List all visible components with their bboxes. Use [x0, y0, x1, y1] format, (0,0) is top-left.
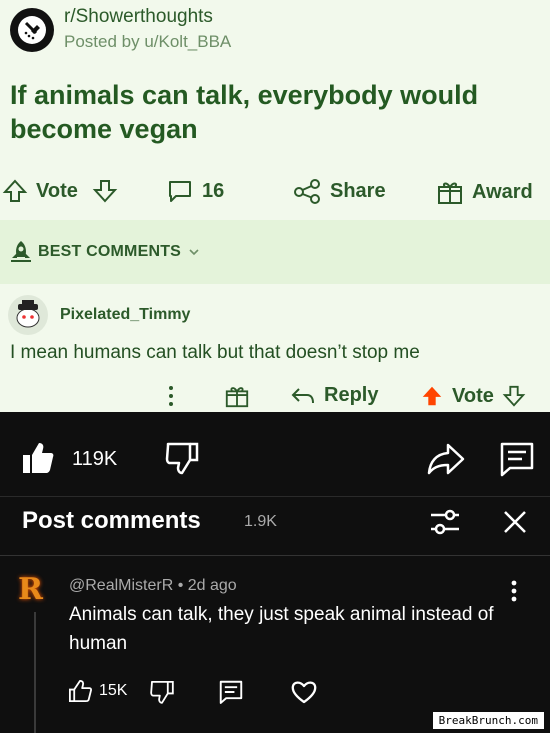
- snoo-avatar-icon: [16, 300, 40, 328]
- commenter-handle[interactable]: @RealMisterR: [69, 577, 173, 594]
- comment-age: • 2d ago: [177, 577, 237, 594]
- youtube-panel: 119K Post comments 1.9K R @RealMisterR •…: [0, 412, 550, 733]
- subreddit-avatar[interactable]: [10, 8, 54, 52]
- share-label: Share: [330, 179, 386, 202]
- dislike-button[interactable]: [164, 440, 200, 481]
- heart-icon: [291, 681, 317, 704]
- posted-by[interactable]: Posted by u/Kolt_BBA: [64, 32, 231, 52]
- thread-line: [34, 612, 36, 733]
- sort-comments-bar[interactable]: BEST COMMENTS: [0, 220, 550, 284]
- sliders-icon: [431, 509, 459, 535]
- close-button[interactable]: [500, 507, 530, 542]
- comments-button[interactable]: 16: [166, 178, 224, 204]
- comments-button[interactable]: [498, 440, 536, 483]
- watermark: BreakBrunch.com: [432, 712, 544, 729]
- thumbs-down-icon: [150, 680, 174, 704]
- like-button[interactable]: [20, 440, 56, 481]
- reply-comment-icon: [219, 680, 243, 704]
- downvote-icon[interactable]: [92, 178, 118, 204]
- gift-icon: [438, 182, 462, 204]
- reddit-post-panel: r/Showerthoughts Posted by u/Kolt_BBA If…: [0, 0, 550, 412]
- comment-menu-icon[interactable]: [508, 578, 520, 609]
- reply-label: Reply: [324, 384, 379, 406]
- creator-heart-button[interactable]: [290, 679, 318, 710]
- commenter-avatar[interactable]: [8, 295, 48, 335]
- close-icon: [504, 511, 526, 533]
- like-count: 119K: [72, 448, 118, 470]
- comment-downvote-icon[interactable]: [502, 384, 526, 408]
- more-options-icon[interactable]: [166, 383, 176, 414]
- comment-vote-label: Vote: [452, 384, 494, 407]
- comment-like-button[interactable]: 15K: [67, 678, 127, 704]
- commenter-username[interactable]: Pixelated_Timmy: [60, 306, 190, 324]
- divider: [0, 496, 550, 497]
- chevron-down-icon: [189, 249, 199, 256]
- thumbs-up-icon: [68, 679, 93, 703]
- comments-title: Post comments: [22, 507, 201, 534]
- upvote-icon[interactable]: [2, 178, 28, 204]
- rocket-icon: [11, 241, 31, 262]
- post-title: If animals can talk, everybody would bec…: [10, 80, 479, 144]
- thumbs-up-filled-icon: [23, 443, 54, 473]
- share-button[interactable]: Share: [292, 178, 386, 204]
- shower-head-icon: [18, 16, 46, 44]
- filter-button[interactable]: [428, 506, 462, 543]
- share-button[interactable]: [426, 442, 466, 481]
- comment-like-count: 15K: [99, 682, 128, 699]
- comment-text: Animals can talk, they just speak animal…: [69, 604, 494, 654]
- thumbs-down-icon: [165, 442, 199, 475]
- vote-label: Vote: [36, 179, 78, 202]
- commenter-avatar[interactable]: R: [18, 572, 52, 607]
- comment-dislike-button[interactable]: [149, 679, 175, 710]
- divider: [0, 555, 550, 556]
- share-icon: [294, 179, 320, 204]
- comments-count: 1.9K: [244, 513, 277, 530]
- upvote-filled-icon[interactable]: [420, 384, 444, 408]
- comments-count: 16: [202, 179, 225, 202]
- comment-icon: [500, 442, 534, 477]
- comment-vote-group: Vote: [420, 384, 526, 408]
- comment-meta: @RealMisterR • 2d ago: [69, 577, 237, 595]
- reply-button[interactable]: Reply: [290, 384, 378, 407]
- award-label: Award: [472, 180, 533, 203]
- comment-text: I mean humans can talk but that doesn’t …: [10, 342, 420, 363]
- vote-group: Vote: [2, 178, 118, 204]
- reply-arrow-icon: [291, 387, 314, 403]
- comment-reply-button[interactable]: [218, 679, 244, 710]
- award-button[interactable]: Award: [436, 178, 533, 206]
- comment-award-icon[interactable]: [224, 383, 250, 414]
- comment-bubble-icon: [169, 181, 191, 202]
- share-arrow-icon: [427, 443, 465, 475]
- subreddit-name[interactable]: r/Showerthoughts: [64, 6, 213, 28]
- sort-label: BEST COMMENTS: [38, 243, 182, 260]
